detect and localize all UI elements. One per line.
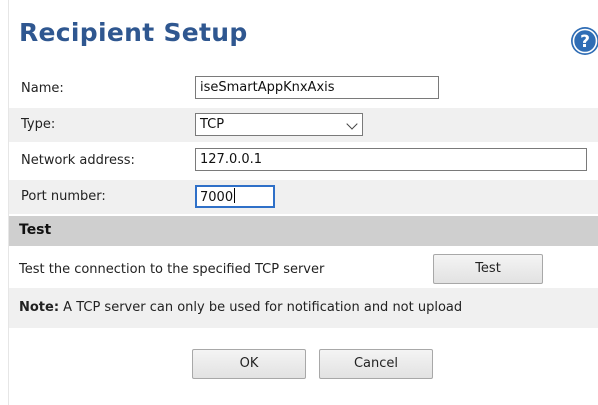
type-select-value: TCP bbox=[200, 117, 225, 132]
type-row: Type: TCP bbox=[9, 108, 598, 142]
cancel-button[interactable]: Cancel bbox=[319, 349, 433, 379]
recipient-setup-dialog: Recipient Setup ? Name: iseSmartAppKnxAx… bbox=[8, 0, 598, 405]
test-button[interactable]: Test bbox=[433, 254, 543, 284]
note-text: A TCP server can only be used for notifi… bbox=[59, 300, 463, 315]
port-number-label: Port number: bbox=[21, 189, 106, 204]
network-address-value: 127.0.0.1 bbox=[200, 152, 263, 167]
test-description: Test the connection to the specified TCP… bbox=[19, 262, 325, 277]
network-address-label: Network address: bbox=[21, 153, 135, 168]
port-number-value: 7000 bbox=[200, 190, 234, 205]
port-number-row: Port number: 7000 bbox=[9, 180, 598, 214]
port-number-input[interactable]: 7000 bbox=[195, 185, 275, 208]
network-address-input[interactable]: 127.0.0.1 bbox=[195, 148, 587, 171]
svg-text:?: ? bbox=[580, 32, 590, 52]
chevron-down-icon bbox=[346, 118, 358, 130]
name-input-value: iseSmartAppKnxAxis bbox=[200, 80, 335, 95]
name-row: Name: iseSmartAppKnxAxis bbox=[9, 72, 598, 106]
test-section-header: Test bbox=[9, 216, 598, 246]
dialog-title: Recipient Setup bbox=[19, 18, 248, 47]
name-input[interactable]: iseSmartAppKnxAxis bbox=[195, 76, 439, 99]
note-prefix: Note: bbox=[19, 300, 60, 315]
network-address-row: Network address: 127.0.0.1 bbox=[9, 144, 598, 178]
ok-button[interactable]: OK bbox=[192, 349, 306, 379]
help-icon[interactable]: ? bbox=[570, 26, 598, 56]
note-row: Note: A TCP server can only be used for … bbox=[9, 288, 598, 328]
type-select[interactable]: TCP bbox=[195, 113, 363, 136]
name-label: Name: bbox=[21, 81, 64, 96]
type-label: Type: bbox=[21, 117, 56, 132]
text-caret bbox=[234, 188, 236, 203]
